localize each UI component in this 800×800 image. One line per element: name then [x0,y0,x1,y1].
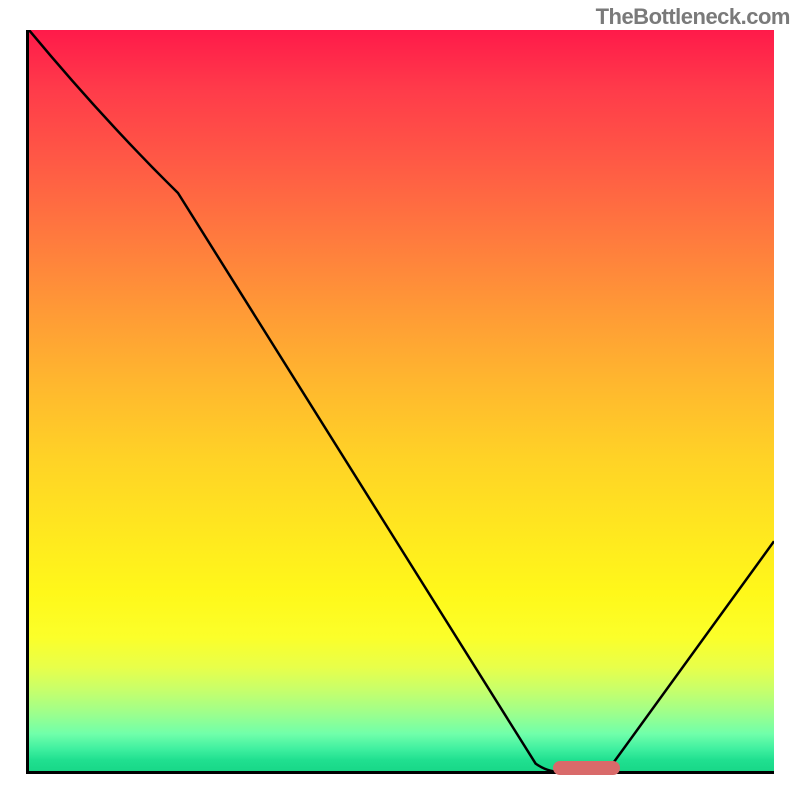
attribution-text: TheBottleneck.com [596,4,790,30]
optimal-marker [553,761,620,775]
gradient-background [29,30,774,771]
plot-area [26,30,774,774]
